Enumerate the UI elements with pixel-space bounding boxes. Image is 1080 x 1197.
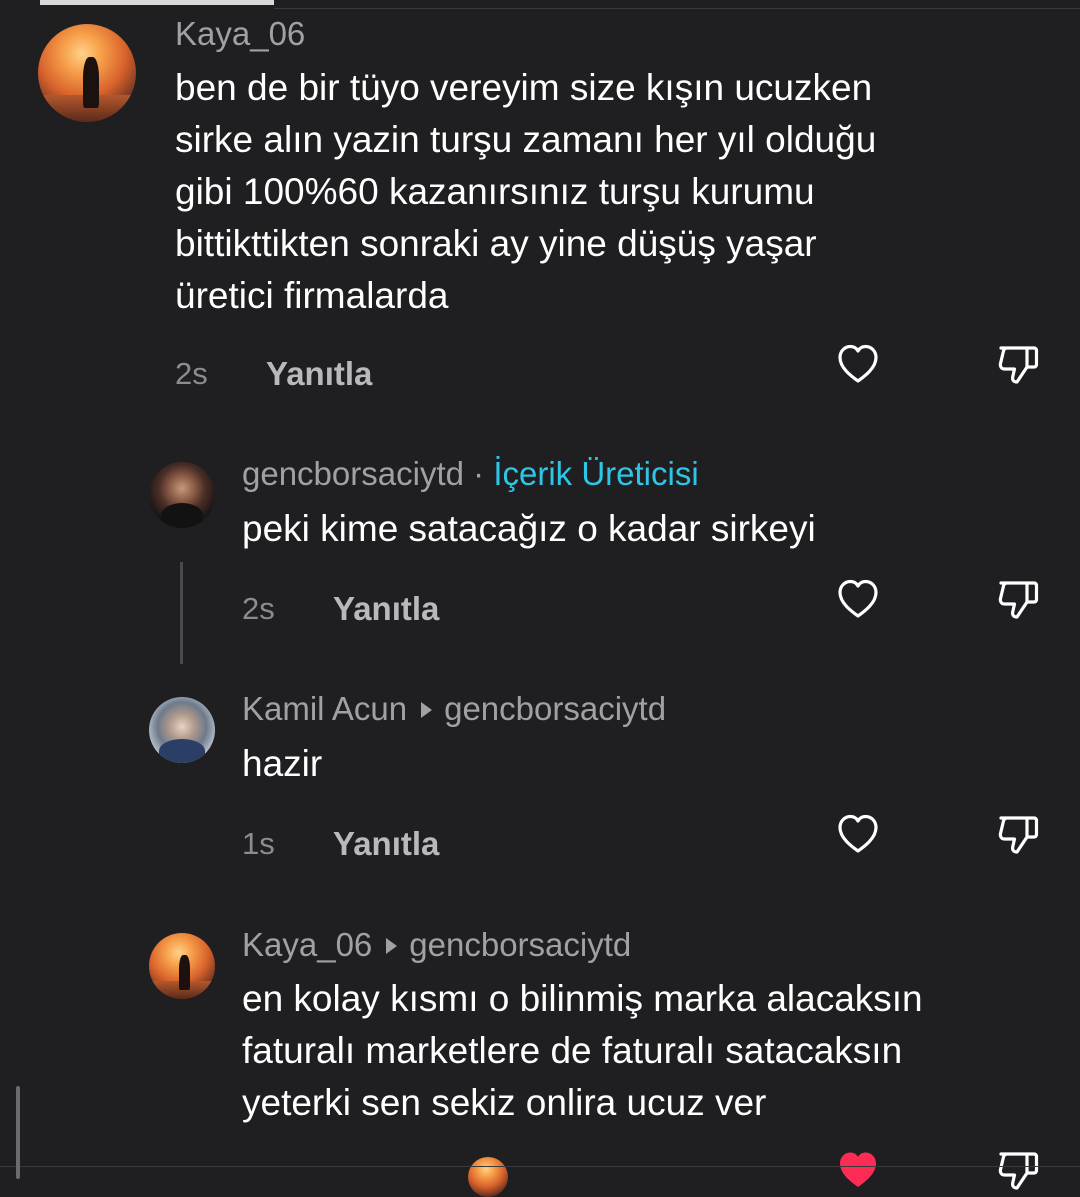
thumbs-down-icon[interactable] (994, 340, 1042, 388)
heart-outline-icon[interactable] (834, 340, 882, 388)
avatar[interactable] (38, 24, 136, 122)
reply-button[interactable]: Yanıtla (333, 824, 439, 864)
avatar[interactable] (149, 462, 215, 528)
heart-outline-icon[interactable] (834, 810, 882, 858)
comment-text: en kolay kısmı o bilinmiş marka alacaksı… (242, 978, 923, 1123)
thumbs-down-icon[interactable] (994, 810, 1042, 858)
thumbs-down-icon[interactable] (994, 575, 1042, 623)
heart-filled-icon[interactable] (834, 1146, 882, 1194)
comment-text: peki kime satacağız o kadar sirkeyi (242, 508, 816, 549)
bottom-divider (0, 1166, 1080, 1167)
reply-arrow-icon (386, 938, 398, 955)
creator-badge: İçerik Üreticisi (493, 455, 699, 492)
scrollbar[interactable] (16, 1086, 20, 1179)
thread-line (180, 562, 183, 664)
comment-time: 2s (175, 356, 208, 391)
thumbs-down-icon[interactable] (994, 1146, 1042, 1194)
comment-username[interactable]: gencborsaciytd · İçerik Üreticisi (242, 454, 699, 494)
avatar[interactable] (149, 697, 215, 763)
comment-text: ben de bir tüyo vereyim size kışın ucuzk… (175, 67, 877, 316)
heart-outline-icon[interactable] (834, 575, 882, 623)
avatar[interactable] (149, 933, 215, 999)
avatar[interactable] (468, 1157, 508, 1197)
top-divider (274, 8, 1080, 9)
reply-arrow-icon (421, 702, 433, 719)
comment-username[interactable]: Kaya_06 (175, 14, 305, 54)
reply-button[interactable]: Yanıtla (333, 589, 439, 629)
top-indicator (40, 0, 274, 5)
comment-text: hazir (242, 743, 323, 784)
comment-time: 2s (242, 591, 275, 626)
comment-time: 1s (242, 826, 275, 861)
comment-username[interactable]: Kaya_06 gencborsaciytd (242, 925, 631, 965)
comment-username[interactable]: Kamil Acun gencborsaciytd (242, 689, 666, 729)
reply-button[interactable]: Yanıtla (266, 354, 372, 394)
